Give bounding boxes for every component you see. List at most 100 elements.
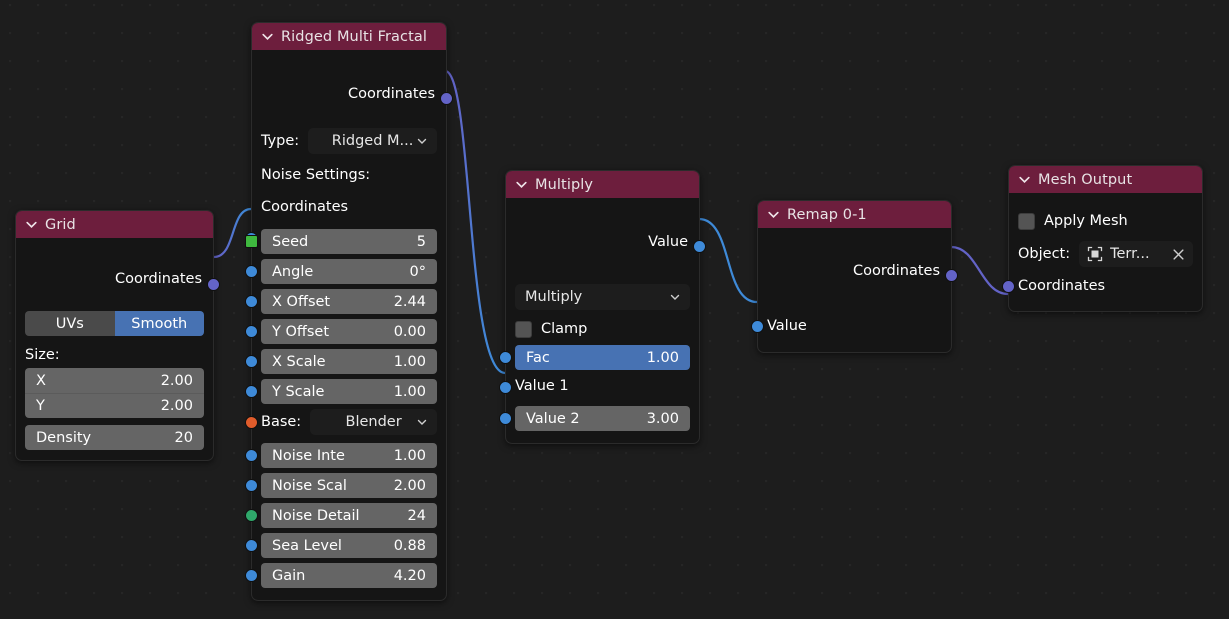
node-multiply-header[interactable]: Multiply bbox=[506, 171, 699, 198]
socket-ridged-y-scale[interactable] bbox=[245, 385, 258, 398]
ridged-noise-detail-field[interactable]: Noise Detail 24 bbox=[261, 503, 437, 528]
node-ridged-body: Coordinates Type: Ridged M... Noise Sett… bbox=[245, 50, 453, 600]
socket-ridged-coordinates-out[interactable] bbox=[440, 92, 453, 105]
grid-toggle-smooth[interactable]: Smooth bbox=[114, 311, 204, 336]
multiply-value1-row[interactable]: Value 1 bbox=[499, 376, 690, 400]
ridged-sea-level-field[interactable]: Sea Level 0.88 bbox=[261, 533, 437, 558]
chevron-down-icon[interactable] bbox=[1018, 173, 1031, 186]
socket-remap-value-in[interactable] bbox=[751, 320, 764, 333]
ridged-param-row[interactable]: Noise Detail 24 bbox=[245, 503, 437, 528]
grid-size-x-field[interactable]: X 2.00 bbox=[25, 368, 204, 393]
ridged-param-row[interactable]: Y Offset 0.00 bbox=[245, 319, 437, 344]
socket-ridged-sea-level[interactable] bbox=[245, 539, 258, 552]
multiply-value2-row[interactable]: Value 2 3.00 bbox=[499, 406, 690, 431]
socket-ridged-x-scale[interactable] bbox=[245, 355, 258, 368]
chevron-down-icon[interactable] bbox=[767, 208, 780, 221]
socket-ridged-noise-detail[interactable] bbox=[245, 509, 258, 522]
multiply-clamp-checkbox[interactable] bbox=[515, 320, 532, 338]
socket-remap-coordinates-out[interactable] bbox=[945, 269, 958, 282]
socket-multiply-value1[interactable] bbox=[499, 381, 512, 394]
mesh-output-coordinates-row[interactable]: Coordinates bbox=[1002, 276, 1193, 298]
ridged-param-row[interactable]: Gain 4.20 bbox=[245, 563, 437, 588]
multiply-fac-field[interactable]: Fac 1.00 bbox=[515, 345, 690, 370]
mesh-output-apply-mesh-label: Apply Mesh bbox=[1044, 213, 1128, 229]
node-multiply[interactable]: Multiply Value Multiply Clamp Fac 1.00 V… bbox=[499, 170, 706, 444]
ridged-x-offset-field[interactable]: X Offset 2.44 bbox=[261, 289, 437, 314]
multiply-fac-value: 1.00 bbox=[646, 349, 679, 366]
socket-ridged-y-offset[interactable] bbox=[245, 325, 258, 338]
ridged-param-row[interactable]: Noise Scal 2.00 bbox=[245, 473, 437, 498]
chevron-down-icon[interactable] bbox=[25, 218, 38, 231]
ridged-base-dropdown[interactable]: Blender bbox=[310, 409, 437, 435]
ridged-type-row[interactable]: Type: Ridged M... bbox=[261, 128, 437, 154]
grid-density-field[interactable]: Density 20 bbox=[25, 425, 204, 450]
multiply-fac-row[interactable]: Fac 1.00 bbox=[499, 345, 690, 370]
socket-grid-coordinates-out[interactable] bbox=[207, 278, 220, 291]
ridged-y-offset-field[interactable]: Y Offset 0.00 bbox=[261, 319, 437, 344]
ridged-param-list-1: Seed 5 Angle 0° X Offset 2.44 Y Offset 0… bbox=[245, 229, 437, 404]
chevron-down-icon[interactable] bbox=[416, 416, 428, 428]
socket-ridged-base[interactable] bbox=[245, 416, 258, 429]
node-editor-canvas[interactable]: Grid Coordinates UVs Smooth Size: X 2.00… bbox=[0, 0, 1229, 619]
socket-ridged-gain[interactable] bbox=[245, 569, 258, 582]
grid-toggle-uvs[interactable]: UVs bbox=[25, 311, 115, 336]
node-grid[interactable]: Grid Coordinates UVs Smooth Size: X 2.00… bbox=[15, 210, 220, 461]
socket-ridged-noise-scale[interactable] bbox=[245, 479, 258, 492]
node-mesh-output-header[interactable]: Mesh Output bbox=[1009, 166, 1202, 193]
socket-mesh-output-coordinates-in[interactable] bbox=[1002, 280, 1015, 293]
node-remap-header[interactable]: Remap 0-1 bbox=[758, 201, 951, 228]
node-remap[interactable]: Remap 0-1 Coordinates Value bbox=[751, 200, 958, 353]
multiply-operation-dropdown[interactable]: Multiply bbox=[515, 284, 690, 310]
node-ridged-multi-fractal[interactable]: Ridged Multi Fractal Coordinates Type: R… bbox=[245, 22, 453, 601]
multiply-clamp-row[interactable]: Clamp bbox=[515, 317, 690, 341]
ridged-noise-intensity-value: 1.00 bbox=[393, 447, 426, 464]
socket-ridged-seed[interactable] bbox=[245, 235, 258, 248]
chevron-down-icon[interactable] bbox=[261, 30, 274, 43]
grid-size-fields[interactable]: X 2.00 Y 2.00 bbox=[25, 368, 204, 418]
node-remap-output-coordinates: Coordinates bbox=[852, 263, 940, 279]
ridged-param-row[interactable]: Seed 5 bbox=[245, 229, 437, 254]
multiply-value2-field[interactable]: Value 2 3.00 bbox=[515, 406, 690, 431]
ridged-param-row[interactable]: X Scale 1.00 bbox=[245, 349, 437, 374]
ridged-base-row[interactable]: Base: Blender bbox=[245, 409, 437, 435]
ridged-type-dropdown[interactable]: Ridged M... bbox=[308, 128, 437, 154]
mesh-output-object-field[interactable]: Terr... bbox=[1079, 241, 1193, 267]
node-grid-header[interactable]: Grid bbox=[16, 211, 213, 238]
chevron-down-icon[interactable] bbox=[515, 178, 528, 191]
ridged-type-label: Type: bbox=[261, 133, 300, 149]
mesh-output-apply-mesh-checkbox[interactable] bbox=[1018, 212, 1035, 230]
socket-multiply-fac[interactable] bbox=[499, 351, 512, 364]
multiply-fac-label: Fac bbox=[526, 349, 550, 366]
socket-multiply-value-out[interactable] bbox=[693, 240, 706, 253]
chevron-down-icon[interactable] bbox=[669, 291, 681, 303]
socket-ridged-noise-intensity[interactable] bbox=[245, 449, 258, 462]
ridged-noise-settings-label: Noise Settings: bbox=[261, 167, 371, 183]
node-ridged-output-coordinates: Coordinates bbox=[347, 86, 435, 102]
ridged-noise-scale-field[interactable]: Noise Scal 2.00 bbox=[261, 473, 437, 498]
ridged-seed-field[interactable]: Seed 5 bbox=[261, 229, 437, 254]
node-ridged-header[interactable]: Ridged Multi Fractal bbox=[252, 23, 446, 50]
multiply-value2-value: 3.00 bbox=[646, 410, 679, 427]
ridged-x-scale-field[interactable]: X Scale 1.00 bbox=[261, 349, 437, 374]
node-mesh-output[interactable]: Mesh Output Apply Mesh Object: Terr... C… bbox=[1002, 165, 1203, 312]
mesh-output-apply-mesh-row[interactable]: Apply Mesh bbox=[1018, 209, 1193, 233]
mesh-output-object-label: Object: bbox=[1018, 246, 1071, 262]
socket-ridged-angle[interactable] bbox=[245, 265, 258, 278]
ridged-param-row[interactable]: Noise Inte 1.00 bbox=[245, 443, 437, 468]
ridged-param-row[interactable]: Y Scale 1.00 bbox=[245, 379, 437, 404]
ridged-angle-field[interactable]: Angle 0° bbox=[261, 259, 437, 284]
socket-multiply-value2[interactable] bbox=[499, 412, 512, 425]
ridged-y-scale-field[interactable]: Y Scale 1.00 bbox=[261, 379, 437, 404]
close-icon[interactable] bbox=[1172, 248, 1185, 261]
grid-size-y-field[interactable]: Y 2.00 bbox=[25, 393, 204, 418]
chevron-down-icon[interactable] bbox=[416, 135, 428, 147]
remap-value-row[interactable]: Value bbox=[751, 316, 942, 338]
grid-uv-smooth-toggle[interactable]: UVs Smooth bbox=[25, 311, 204, 336]
ridged-gain-field[interactable]: Gain 4.20 bbox=[261, 563, 437, 588]
socket-ridged-x-offset[interactable] bbox=[245, 295, 258, 308]
ridged-param-row[interactable]: Angle 0° bbox=[245, 259, 437, 284]
ridged-noise-intensity-field[interactable]: Noise Inte 1.00 bbox=[261, 443, 437, 468]
ridged-param-row[interactable]: Sea Level 0.88 bbox=[245, 533, 437, 558]
ridged-param-row[interactable]: X Offset 2.44 bbox=[245, 289, 437, 314]
mesh-output-object-row[interactable]: Object: Terr... bbox=[1018, 241, 1193, 267]
